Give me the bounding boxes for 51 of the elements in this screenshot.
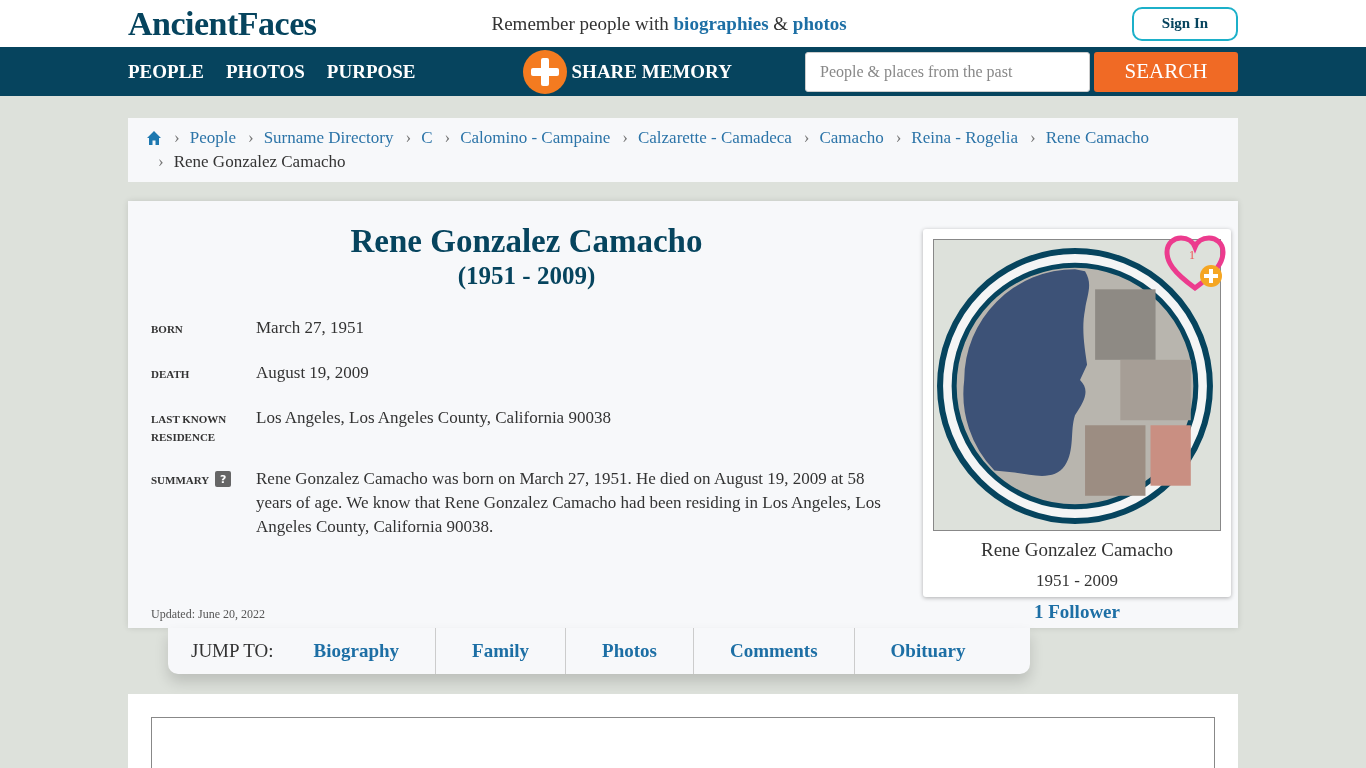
site-logo[interactable]: AncientFaces [128,4,317,43]
chevron-icon: › [247,128,254,148]
fact-label: DEATH [151,367,191,382]
breadcrumb-link[interactable]: Camacho [819,128,884,148]
jump-link[interactable]: Photos [565,628,693,674]
photo-caption-name: Rene Gonzalez Camacho [980,539,1174,561]
plus-icon[interactable] [522,49,567,94]
fact-label: BORN [151,322,184,337]
chevron-icon: › [1030,128,1036,148]
chevron-icon: › [174,128,180,148]
fact-label: LAST KNOWN RESIDENCE [151,412,228,445]
follow-heart-icon[interactable]: 1 [1163,234,1227,294]
nav-link[interactable]: PEOPLE [128,60,204,83]
fact-value: Rene Gonzalez Camacho was born on March 27, 1951. He died on August 19, 2009 at 58 years of age. We know that Rene Gonzalez Camacho had been residing in Los Angeles, Los Angeles County, California 90038. [256,468,882,538]
breadcrumb-link[interactable]: C [421,128,433,148]
followers-link[interactable]: 1 Follower [1034,601,1120,623]
chevron-icon: › [444,128,451,148]
fact-label: SUMMARY [151,473,210,488]
chevron-icon: › [803,128,810,148]
tagline: Remember people with biographies & photos [491,12,847,35]
share-memory-link[interactable]: SHARE MEMORY [571,60,732,83]
fact-value: March 27, 1951 [256,317,366,339]
breadcrumb-link[interactable]: Surname Directory [263,128,394,148]
nav-link[interactable]: PURPOSE [326,60,416,83]
fact-value: Los Angeles, Los Angeles County, California 90038 [256,407,612,429]
chevron-icon: › [158,152,164,172]
jump-link[interactable]: Family [435,628,566,674]
breadcrumb-link[interactable]: Calomino - Campaine [460,128,611,148]
jump-link[interactable]: Obituary [853,628,1002,674]
photo-caption-years: 1951 - 2009 [1034,571,1120,591]
breadcrumb-link[interactable]: Calzarette - Camadeca [637,128,792,148]
chevron-icon: › [895,128,902,148]
jump-link[interactable]: Comments [693,628,854,674]
help-badge[interactable]: ? [215,471,232,487]
chevron-icon: › [405,128,412,148]
search-button[interactable]: SEARCH [1094,51,1238,92]
breadcrumb-link[interactable]: People [189,128,236,148]
chevron-icon: › [622,128,628,148]
breadcrumb-link[interactable]: Reina - Rogelia [911,128,1019,148]
jump-to-label: JUMP TO: [190,640,275,662]
life-years: (1951 - 2009) [456,262,597,290]
person-name: Rene Gonzalez Camacho [349,223,704,260]
breadcrumb-link[interactable]: Rene Camacho [1045,128,1150,148]
sign-in-button[interactable]: Sign In [1132,6,1238,41]
current-page-title: Rene Gonzalez Camacho [173,152,346,172]
updated-date: Updated: June 20, 2022 [151,607,266,622]
fact-value: August 19, 2009 [256,362,370,384]
nav-link[interactable]: PHOTOS [226,60,305,83]
jump-link[interactable]: Biography [295,628,436,674]
search-field[interactable]: People & places from the past [805,51,1090,92]
home-icon[interactable] [146,130,162,146]
